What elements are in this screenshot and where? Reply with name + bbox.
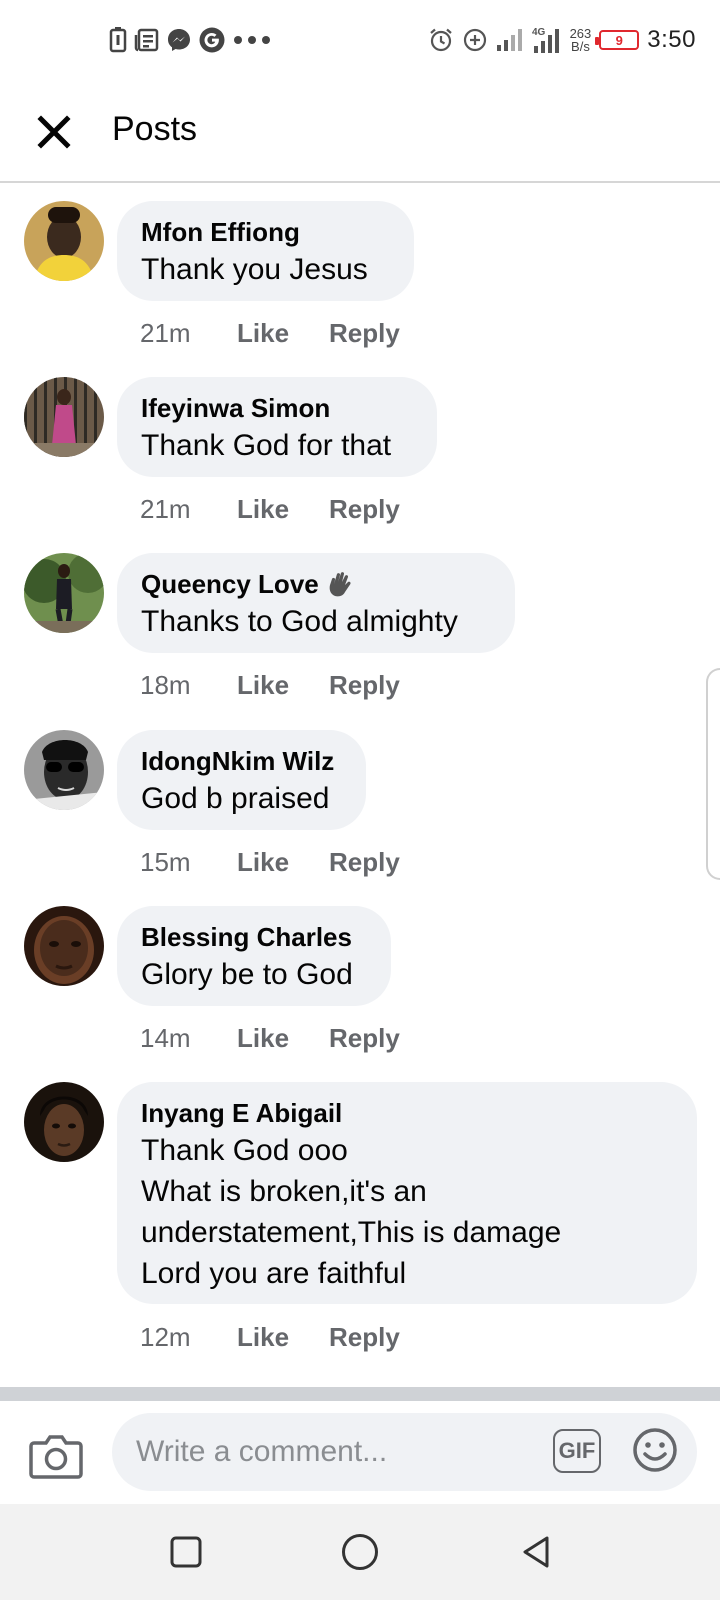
comment-author[interactable]: Queency Love [141,567,319,601]
news-icon [134,26,160,54]
emoji-icon [633,1428,677,1472]
recents-square-icon [170,1536,202,1568]
comment-text: Thank you Jesus [141,253,368,286]
comment-text-line: Thank God ooo [141,1134,348,1167]
camera-icon [29,1435,83,1479]
net-speed: 263 B/s [570,27,592,53]
comment-bubble: IdongNkim Wilz God b praised [117,730,366,830]
battery-icon: 9 [595,30,640,50]
avatar[interactable] [24,730,104,810]
close-icon [37,115,71,149]
comment-bubble: Inyang E Abigail Thank God ooo What is b… [117,1082,697,1304]
reply-button[interactable]: Reply [329,1023,400,1054]
comment-author[interactable]: Mfon Effiong [141,215,390,249]
back-triangle-icon [523,1536,549,1568]
comment-time[interactable]: 12m [140,1322,237,1353]
status-bar: 4G 263 B/s 9 3:50 [0,0,720,80]
signal-icon [496,26,524,54]
battery-saver-icon [108,26,128,54]
messenger-icon [166,26,192,54]
reply-button[interactable]: Reply [329,670,400,701]
comment-text: Thanks to God almighty [141,605,458,638]
comment-author[interactable]: Blessing Charles [141,920,367,954]
net-speed-unit: B/s [571,39,590,54]
comment-actions: 21m Like Reply [140,318,400,349]
home-button[interactable] [338,1530,382,1574]
comment-actions: 14m Like Reply [140,1023,400,1054]
reply-button[interactable]: Reply [329,318,400,349]
alarm-icon [428,26,454,54]
comment-text-line: understatement,This is damage [141,1216,562,1249]
comment-actions: 12m Like Reply [140,1322,400,1353]
battery-level: 9 [615,32,623,48]
back-button[interactable] [514,1530,558,1574]
comment-actions: 18m Like Reply [140,670,400,701]
comment-time[interactable]: 21m [140,318,237,349]
comment-time[interactable]: 21m [140,494,237,525]
comment-bubble: Blessing Charles Glory be to God [117,906,391,1006]
like-button[interactable]: Like [237,1023,329,1054]
reply-button[interactable]: Reply [329,1322,400,1353]
comment-bubble: Ifeyinwa Simon Thank God for that [117,377,437,477]
comment-time[interactable]: 15m [140,847,237,878]
page-title: Posts [112,110,198,148]
system-nav-bar [0,1504,720,1600]
close-button[interactable] [30,108,78,156]
comment-input[interactable] [112,1413,697,1491]
signal-4g-icon: 4G [532,26,562,54]
recents-button[interactable] [164,1530,208,1574]
camera-button[interactable] [28,1431,84,1481]
comment-time[interactable]: 18m [140,670,237,701]
more-icon [232,26,272,54]
google-icon [198,26,226,54]
avatar[interactable] [24,377,104,457]
like-button[interactable]: Like [237,847,329,878]
comment-time[interactable]: 14m [140,1023,237,1054]
comment-author[interactable]: IdongNkim Wilz [141,744,342,778]
avatar[interactable] [24,906,104,986]
data-saver-icon [462,26,488,54]
side-panel-handle[interactable] [706,668,720,880]
comment-bubble: Mfon Effiong Thank you Jesus [117,201,414,301]
comment-author-row: Queency Love [141,567,491,601]
divider [0,1387,720,1401]
comment-text-line: Lord you are faithful [141,1257,407,1290]
avatar[interactable] [24,201,104,281]
like-button[interactable]: Like [237,670,329,701]
emoji-button[interactable] [632,1427,678,1473]
like-button[interactable]: Like [237,494,329,525]
comment-composer: GIF [0,1401,720,1504]
gif-button[interactable]: GIF [553,1429,601,1473]
home-circle-icon [342,1534,378,1570]
status-left-icons [108,24,272,56]
comment-text: God b praised [141,782,330,815]
comment-bubble: Queency Love Thanks to God almighty [117,553,515,653]
gif-label: GIF [558,1438,596,1463]
top-bar: Posts [0,80,720,183]
comment-text-line: What is broken,it's an [141,1175,427,1208]
reply-button[interactable]: Reply [329,494,400,525]
comment-text: Thank God for that [141,429,392,462]
comment-author[interactable]: Inyang E Abigail [141,1096,673,1130]
avatar[interactable] [24,553,104,633]
comment-author[interactable]: Ifeyinwa Simon [141,391,413,425]
comment-text: Glory be to God [141,958,353,991]
reply-button[interactable]: Reply [329,847,400,878]
avatar[interactable] [24,1082,104,1162]
waving-hand-icon [327,570,353,598]
network-type-label: 4G [532,27,546,38]
clock: 3:50 [647,26,696,53]
comment-actions: 21m Like Reply [140,494,400,525]
status-right-icons: 4G 263 B/s 9 3:50 [428,22,696,58]
like-button[interactable]: Like [237,1322,329,1353]
like-button[interactable]: Like [237,318,329,349]
comment-actions: 15m Like Reply [140,847,400,878]
